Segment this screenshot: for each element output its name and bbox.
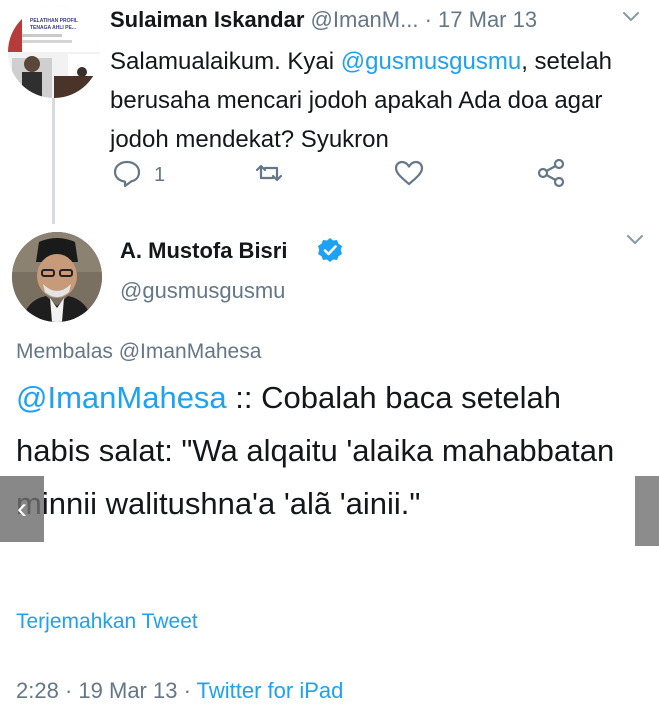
reply-count: 1 xyxy=(154,164,166,186)
tweet-date: 19 Mar 13 xyxy=(78,678,178,703)
avatar-mustofa-bisri[interactable] xyxy=(12,232,102,322)
share-icon[interactable] xyxy=(534,156,568,190)
tweet-source-link[interactable]: Twitter for iPad xyxy=(197,678,344,703)
avatar-sulaiman[interactable]: PELATIHAN PROFIL TENAGA AHLI PE... xyxy=(8,6,100,98)
next-image-handle[interactable] xyxy=(635,476,659,546)
thread-connector-line xyxy=(52,96,55,224)
heart-icon[interactable] xyxy=(392,156,426,190)
previous-image-button[interactable]: ‹ xyxy=(0,476,44,542)
separator-dot: · xyxy=(64,678,73,703)
author-handle[interactable]: @ImanM... xyxy=(311,7,419,32)
translate-tweet-link[interactable]: Terjemahkan Tweet xyxy=(16,610,198,634)
mention-link[interactable]: @ImanMahesa xyxy=(16,380,227,415)
svg-text:PELATIHAN PROFIL: PELATIHAN PROFIL xyxy=(30,18,78,24)
svg-text:TENAGA AHLI PE...: TENAGA AHLI PE... xyxy=(30,25,77,31)
author-handle[interactable]: @gusmusgusmu xyxy=(120,278,285,304)
reply-tweet-text: Salamualaikum. Kyai @gusmusgusmu, setela… xyxy=(110,42,640,159)
avatar-photo-mustofa xyxy=(12,232,102,322)
mention-link[interactable]: @gusmusgusmu xyxy=(341,48,521,75)
chevron-down-icon[interactable] xyxy=(624,228,646,250)
verified-badge-icon xyxy=(318,238,342,262)
tweet-timestamp: 2:28 · 19 Mar 13 · Twitter for iPad xyxy=(16,678,343,704)
replying-to-label[interactable]: Membalas @ImanMahesa xyxy=(16,340,261,364)
tweet-time: 2:28 xyxy=(16,678,59,703)
tweet-action-bar: 1 xyxy=(110,156,580,190)
reply-icon[interactable] xyxy=(110,156,144,190)
separator-dot: · xyxy=(424,7,432,32)
tweet-date[interactable]: 17 Mar 13 xyxy=(438,7,537,32)
avatar-photo-sulaiman: PELATIHAN PROFIL TENAGA AHLI PE... xyxy=(8,6,100,98)
retweet-icon[interactable] xyxy=(252,156,286,190)
author-name[interactable]: A. Mustofa Bisri xyxy=(120,238,287,264)
separator-dot: · xyxy=(183,678,191,703)
main-tweet-text: @ImanMahesa :: Cobalah baca setelah habi… xyxy=(16,371,616,530)
reply-tweet-header: Sulaiman Iskandar @ImanM... · 17 Mar 13 xyxy=(110,8,537,32)
chevron-down-icon[interactable] xyxy=(620,5,642,27)
author-name[interactable]: Sulaiman Iskandar xyxy=(110,7,304,32)
reply-text-start: Salamualaikum. Kyai xyxy=(110,48,341,75)
